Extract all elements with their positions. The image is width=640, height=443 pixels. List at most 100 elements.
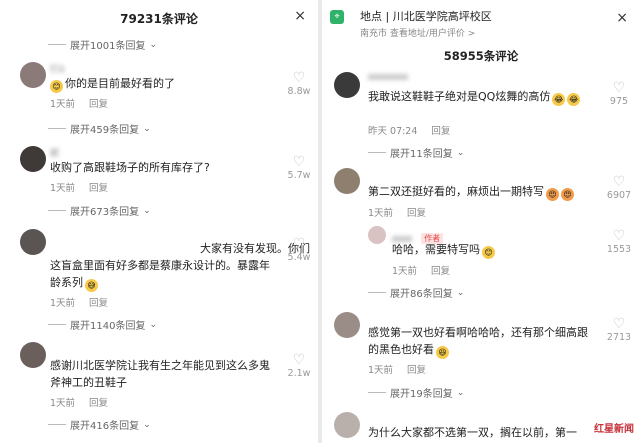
comment-meta: 1天前 回复 [50, 96, 108, 110]
emoji-icon: 😂 [552, 93, 566, 106]
heart-icon: ♡ [292, 70, 306, 86]
like-button[interactable]: ♡ 5.4w [284, 236, 314, 263]
like-button[interactable]: ♡ 1553 [604, 228, 634, 255]
screenshot-composite: 79231条评论 × 展开1001条回复 ⌄ 打ǎ 😊 你的是目前最好看的了 1天… [0, 0, 640, 443]
avatar[interactable] [368, 226, 386, 244]
like-count: 5.7w [287, 170, 311, 181]
chevron-down-icon: ⌄ [456, 287, 465, 298]
reply-button[interactable]: 回复 [89, 96, 108, 110]
chevron-down-icon: ⌄ [456, 387, 465, 398]
comment-time: 1天前 [50, 99, 76, 110]
like-count: 2713 [606, 332, 632, 343]
close-icon[interactable]: × [294, 8, 306, 24]
reply-button[interactable]: 回复 [431, 263, 450, 277]
username[interactable] [368, 74, 408, 80]
reply-button[interactable]: 回复 [89, 295, 108, 309]
left-comment-panel: 79231条评论 × 展开1001条回复 ⌄ 打ǎ 😊 你的是目前最好看的了 1天… [0, 0, 318, 443]
heart-icon: ♡ [292, 236, 306, 252]
expand-replies[interactable]: 展开459条回复 ⌄ [48, 121, 151, 136]
comment-text: 大家有没有发现。你们 [200, 242, 310, 255]
chevron-down-icon: ⌄ [143, 205, 151, 216]
username[interactable]: 妮 [50, 146, 59, 159]
location-title[interactable]: 地点 | 川北医学院高坪校区 [360, 8, 492, 24]
expand-replies[interactable]: 展开673条回复 ⌄ [48, 203, 151, 218]
comment-time: 1天前 [50, 398, 76, 409]
heart-icon: ♡ [292, 352, 306, 368]
comment-meta: 1天前 回复 [50, 180, 108, 194]
comment-text: 为什么大家都不选第一双，搁在以前，第一 [368, 426, 577, 439]
comment-time: 1天前 [368, 208, 394, 219]
expand-replies[interactable]: 展开416条回复 ⌄ [48, 417, 151, 432]
emoji-icon: 😊 [482, 246, 495, 259]
comment-text: 哈哈，需要特写吗 😊 [392, 241, 495, 259]
comment-text: 感谢川北医学院让我有生之年能见到这么多鬼 [50, 359, 270, 372]
comment-text: 第二双还挺好看的，麻烦出一期特写 😍 😍 [368, 183, 574, 201]
emoji-icon: 😊 [50, 80, 63, 93]
chevron-down-icon: ⌄ [143, 123, 151, 134]
comment-text: 😊 你的是目前最好看的了 [50, 75, 175, 93]
comment-time: 1天前 [368, 365, 394, 376]
heart-icon: ♡ [612, 316, 626, 332]
avatar[interactable] [334, 312, 360, 338]
comment-time: 昨天 07:24 [368, 126, 418, 137]
expand-replies[interactable]: 展开19条回复 ⌄ [368, 385, 464, 400]
comment-text-line2: 斧神工的丑鞋子 [50, 376, 127, 389]
emoji-icon: 😅 [85, 279, 98, 292]
comment-time: 1天前 [50, 298, 76, 309]
chevron-down-icon: ⌄ [149, 319, 157, 330]
username[interactable]: 打ǎ [50, 62, 65, 75]
expand-replies[interactable]: 展开1140条回复 ⌄ [48, 317, 157, 332]
location-subtitle[interactable]: 南充市 查看地址/用户评价 > [360, 26, 475, 39]
comment-time: 1天前 [392, 266, 418, 277]
emoji-icon: 😍 [561, 188, 574, 201]
avatar[interactable] [20, 342, 46, 368]
comment-meta: 1天前 回复 [392, 263, 450, 277]
like-button[interactable]: ♡ 8.8w [284, 70, 314, 97]
comment-text: 收购了高跟鞋场子的所有库存了? [50, 161, 210, 174]
heart-icon: ♡ [612, 174, 626, 190]
comment-text-line2: 这盲盒里面有好多都是蔡康永设计的。暴露年 [50, 259, 270, 272]
chevron-down-icon: ⌄ [149, 39, 157, 50]
comment-text: 我敢说这鞋鞋子绝对是QQ炫舞的高仿 😂 😂 [368, 90, 581, 106]
avatar[interactable] [334, 412, 360, 438]
expand-replies[interactable]: 展开11条回复 ⌄ [368, 145, 464, 160]
like-button[interactable]: ♡ 2.1w [284, 352, 314, 379]
like-count: 1553 [606, 244, 632, 255]
like-button[interactable]: ♡ 5.7w [284, 154, 314, 181]
comment-time: 1天前 [50, 183, 76, 194]
reply-button[interactable]: 回复 [89, 395, 108, 409]
avatar[interactable] [334, 168, 360, 194]
expand-replies[interactable]: 展开1001条回复 ⌄ [48, 37, 157, 52]
like-count: 975 [609, 96, 629, 107]
avatar[interactable] [334, 72, 360, 98]
like-count: 2.1w [287, 368, 311, 379]
comment-meta: 1天前 回复 [368, 362, 426, 376]
heart-icon: ♡ [292, 154, 306, 170]
heart-icon: ♡ [612, 228, 626, 244]
location-pin-icon: ⌖ [330, 10, 344, 24]
reply-button[interactable]: 回复 [431, 123, 450, 137]
like-button[interactable]: ♡ 6907 [604, 174, 634, 201]
chevron-down-icon: ⌄ [456, 147, 465, 158]
comment-meta: 1天前 回复 [50, 395, 108, 409]
watermark-logo: 红星新闻 [594, 424, 634, 435]
avatar[interactable] [20, 62, 46, 88]
emoji-icon: 😍 [546, 188, 559, 201]
chevron-down-icon: ⌄ [143, 419, 151, 430]
reply-button[interactable]: 回复 [89, 180, 108, 194]
comment-count-title: 58955条评论 [443, 49, 519, 63]
avatar[interactable] [20, 229, 46, 255]
comment-text-line2: 的黑色也好看 😆 [368, 341, 449, 359]
like-count: 6907 [606, 190, 632, 201]
close-icon[interactable]: × [616, 10, 628, 26]
like-button[interactable]: ♡ 975 [604, 80, 634, 107]
avatar[interactable] [20, 146, 46, 172]
expand-replies[interactable]: 展开86条回复 ⌄ [368, 285, 464, 300]
comment-meta: 1天前 回复 [368, 205, 426, 219]
left-header: 79231条评论 × [0, 0, 318, 36]
reply-button[interactable]: 回复 [407, 205, 426, 219]
comment-meta: 昨天 07:24 回复 [368, 123, 450, 137]
like-count: 8.8w [287, 86, 311, 97]
reply-button[interactable]: 回复 [407, 362, 426, 376]
like-button[interactable]: ♡ 2713 [604, 316, 634, 343]
